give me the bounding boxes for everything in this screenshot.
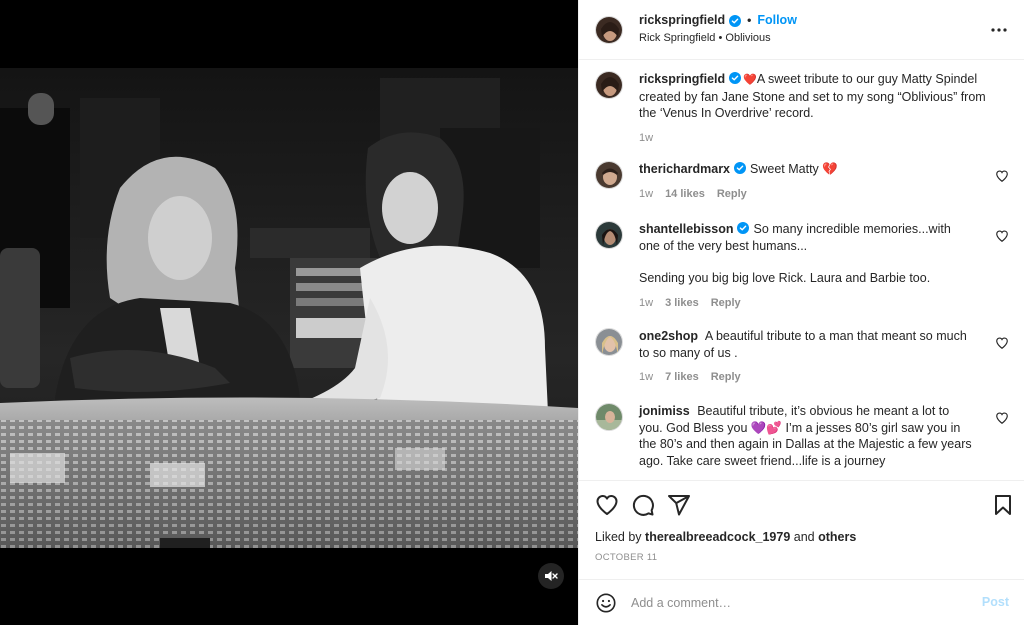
comment-input[interactable] xyxy=(631,595,951,610)
post-media[interactable] xyxy=(0,0,578,625)
comment-avatar[interactable] xyxy=(595,403,623,431)
verified-badge-icon xyxy=(737,222,750,234)
heart-icon[interactable] xyxy=(995,336,1009,350)
comment-item: jonimiss Beautiful tribute, it’s obvious… xyxy=(595,403,1009,469)
audio-song[interactable]: Oblivious xyxy=(725,32,770,44)
author-username[interactable]: rickspringfield xyxy=(639,12,725,29)
header-separator: • xyxy=(747,13,752,27)
avatar-image xyxy=(596,222,622,248)
heart-icon[interactable] xyxy=(995,411,1009,425)
post-date[interactable]: OCTOBER 11 xyxy=(595,552,657,563)
comment-body: shantellebisson So many incredible memori… xyxy=(639,221,975,311)
comment-list[interactable]: rickspringfield ❤️A sweet tribute to our … xyxy=(579,61,1024,479)
caption: rickspringfield ❤️A sweet tribute to our … xyxy=(595,71,1009,146)
comment-time[interactable]: 1w xyxy=(639,186,653,203)
more-options-button[interactable] xyxy=(989,20,1009,40)
comment-icon[interactable] xyxy=(631,493,655,517)
comment-body: jonimiss Beautiful tribute, it’s obvious… xyxy=(639,403,975,469)
verified-badge-icon xyxy=(729,14,742,27)
caption-avatar[interactable] xyxy=(595,71,623,99)
comment-body: one2shop A beautiful tribute to a man th… xyxy=(639,328,975,386)
heart-icon[interactable] xyxy=(995,229,1009,243)
comment-text: Sweet Matty 💔 xyxy=(750,162,838,176)
mute-button[interactable] xyxy=(538,563,564,589)
emoji-smile-icon[interactable] xyxy=(595,592,617,614)
post-sidebar: rickspringfield • Follow Rick Springfiel… xyxy=(578,0,1024,625)
post-header: rickspringfield • Follow Rick Springfiel… xyxy=(579,0,1024,60)
comment-avatar[interactable] xyxy=(595,328,623,356)
avatar-image xyxy=(596,329,622,355)
share-icon[interactable] xyxy=(667,493,691,517)
comment-meta: 1w 3 likes Reply xyxy=(639,295,975,312)
comment-likes[interactable]: 7 likes xyxy=(665,369,699,386)
heart-icon[interactable] xyxy=(595,493,619,517)
avatar-image xyxy=(596,162,622,188)
comment-item: therichardmarx Sweet Matty 💔 1w 14 likes … xyxy=(595,161,1009,202)
author-avatar[interactable] xyxy=(595,15,623,44)
comment-avatar[interactable] xyxy=(595,221,623,249)
comment-avatar[interactable] xyxy=(595,161,623,189)
add-comment-bar: Post xyxy=(579,579,1024,625)
studio-photo xyxy=(0,68,578,548)
avatar-image xyxy=(596,16,622,43)
post-modal: rickspringfield • Follow Rick Springfiel… xyxy=(0,0,1024,625)
post-comment-button[interactable]: Post xyxy=(982,595,1009,609)
bookmark-icon[interactable] xyxy=(991,493,1015,517)
follow-button[interactable]: Follow xyxy=(757,12,797,29)
liked-by-others[interactable]: others xyxy=(818,530,856,544)
caption-meta: 1w xyxy=(639,130,989,147)
comment-item: one2shop A beautiful tribute to a man th… xyxy=(595,328,1009,386)
liked-by-prefix: Liked by xyxy=(595,530,642,544)
liked-by-joiner: and xyxy=(793,530,815,544)
reply-button[interactable]: Reply xyxy=(717,186,747,203)
speaker-muted-icon xyxy=(545,571,558,581)
liked-by: Liked by therealbreeadcock_1979 and othe… xyxy=(595,530,856,544)
comment-likes[interactable]: 3 likes xyxy=(665,295,699,312)
more-horizontal-icon xyxy=(991,28,1007,32)
comment-meta: 1w 7 likes Reply xyxy=(639,369,975,386)
avatar-image xyxy=(596,72,622,98)
comment-username[interactable]: shantellebisson xyxy=(639,222,733,236)
comment-username[interactable]: therichardmarx xyxy=(639,162,730,176)
caption-heart-emoji: ❤️ xyxy=(743,73,757,86)
comment-item: shantellebisson So many incredible memori… xyxy=(595,221,1009,311)
header-text: rickspringfield • Follow Rick Springfiel… xyxy=(639,12,797,47)
caption-text-block: rickspringfield ❤️A sweet tribute to our … xyxy=(639,71,989,122)
comment-time[interactable]: 1w xyxy=(639,295,653,312)
caption-body: rickspringfield ❤️A sweet tribute to our … xyxy=(639,71,989,146)
reply-button[interactable]: Reply xyxy=(711,295,741,312)
comment-text-paragraph-2: Sending you big big love Rick. Laura and… xyxy=(639,271,931,285)
comment-time[interactable]: 1w xyxy=(639,369,653,386)
audio-artist[interactable]: Rick Springfield xyxy=(639,32,715,44)
action-icon-row xyxy=(595,493,1011,519)
heart-icon[interactable] xyxy=(995,169,1009,183)
comment-meta: 1w 14 likes Reply xyxy=(639,186,975,203)
reply-button[interactable]: Reply xyxy=(711,369,741,386)
post-actions: Liked by therealbreeadcock_1979 and othe… xyxy=(579,480,1024,563)
comment-username[interactable]: one2shop xyxy=(639,329,698,343)
verified-badge-icon xyxy=(729,72,742,84)
avatar-image xyxy=(596,404,622,430)
verified-badge-icon xyxy=(734,162,747,174)
caption-username[interactable]: rickspringfield xyxy=(639,72,725,86)
caption-time[interactable]: 1w xyxy=(639,130,653,147)
comment-likes[interactable]: 14 likes xyxy=(665,186,705,203)
audio-attribution[interactable]: Rick Springfield • Oblivious xyxy=(639,30,797,47)
comment-username[interactable]: jonimiss xyxy=(639,404,690,418)
comment-body: therichardmarx Sweet Matty 💔 1w 14 likes … xyxy=(639,161,975,202)
audio-separator: • xyxy=(718,32,723,44)
post-video-frame[interactable] xyxy=(0,68,578,548)
liked-by-user[interactable]: therealbreeadcock_1979 xyxy=(645,530,790,544)
